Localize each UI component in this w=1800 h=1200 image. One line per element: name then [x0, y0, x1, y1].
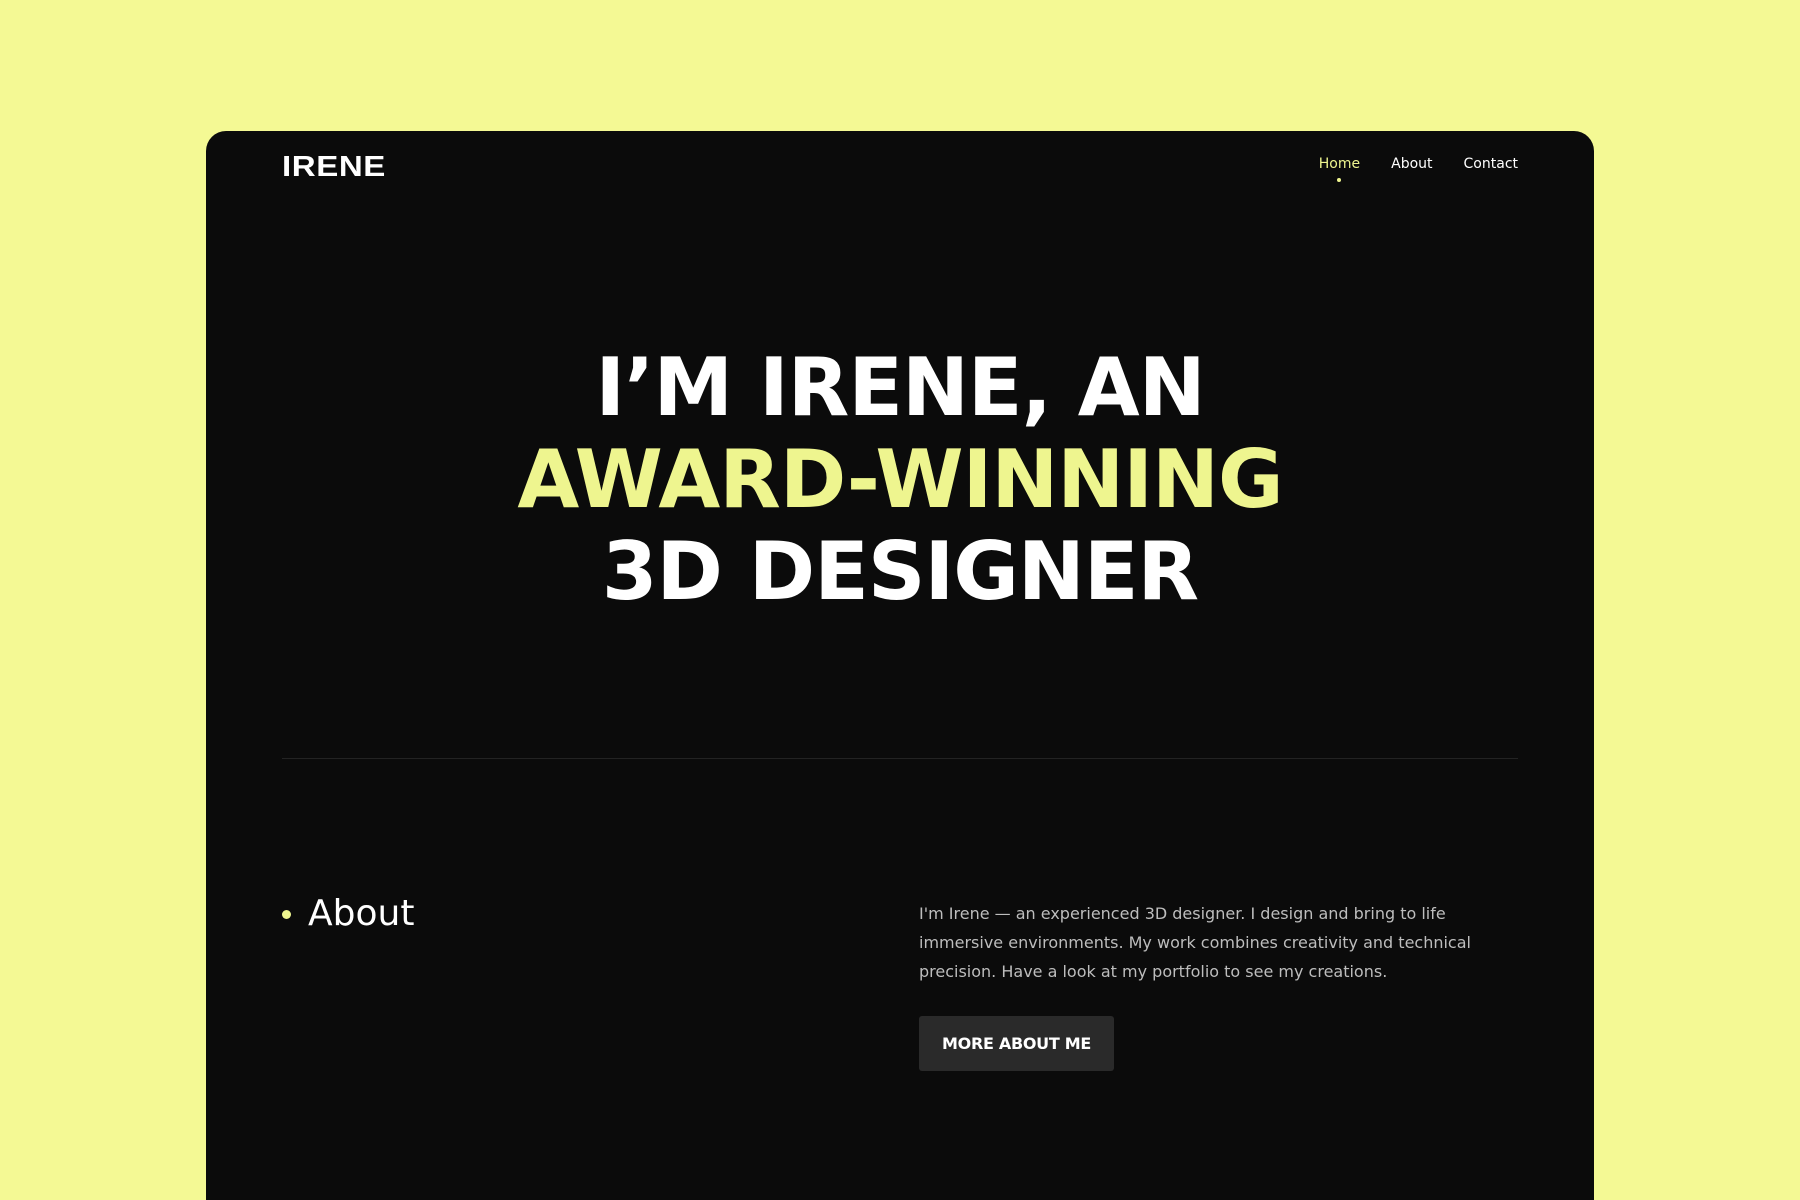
nav-item-label: Home: [1318, 156, 1361, 172]
bullet-dot-icon: [282, 909, 291, 919]
more-about-me-button[interactable]: MORE ABOUT ME: [919, 1016, 1114, 1071]
site-logo[interactable]: IRENE: [282, 153, 386, 182]
hero-line-3: 3D DESIGNER: [601, 525, 1199, 618]
section-divider: [282, 758, 1518, 759]
about-section-heading: About: [282, 896, 414, 932]
about-title: About: [308, 893, 415, 934]
hero-line-1: I’M IRENE, AN: [595, 341, 1205, 434]
nav-item-home[interactable]: Home: [1318, 156, 1361, 182]
hero-line-2: AWARD-WINNING: [517, 433, 1283, 526]
nav-item-label: Contact: [1463, 156, 1518, 172]
nav-item-contact[interactable]: Contact: [1464, 157, 1518, 171]
nav-item-label: About: [1391, 156, 1433, 172]
nav-item-about[interactable]: About: [1391, 157, 1432, 171]
site-card: IRENE Home About Contact I’M IRENE, AN A…: [206, 131, 1594, 1200]
active-indicator-dot: [1337, 178, 1342, 182]
hero-heading: I’M IRENE, AN AWARD-WINNING 3D DESIGNER: [206, 342, 1594, 618]
about-description: I'm Irene — an experienced 3D designer. …: [919, 904, 1471, 981]
main-nav: Home About Contact: [1318, 156, 1518, 182]
